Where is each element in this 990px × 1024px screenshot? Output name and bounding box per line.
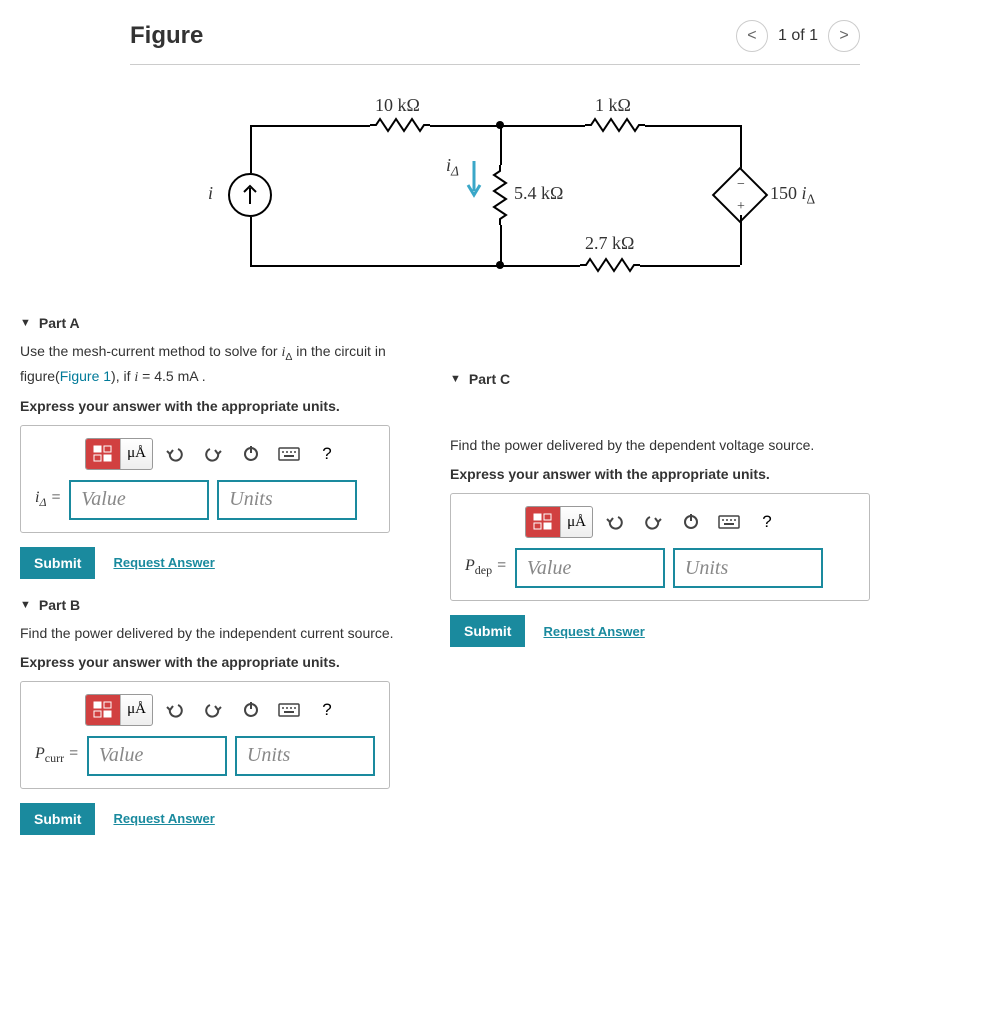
special-chars-button[interactable]: μÅ [560,507,592,537]
current-source [228,173,272,217]
resistor-1k-label: 1 kΩ [595,95,631,116]
dependent-source-label: 150 iΔ [770,183,815,208]
resistor-5-4k-label: 5.4 kΩ [514,183,563,204]
templates-button[interactable] [86,439,120,469]
figure-title: Figure [130,22,203,50]
redo-button[interactable] [637,507,669,537]
resistor-10k-label: 10 kΩ [375,95,420,116]
part-b-toggle[interactable]: ▼ [20,599,31,611]
figure-next-button[interactable]: > [828,20,860,52]
part-c: ▼ Part C Find the power delivered by the… [450,371,990,647]
part-a-submit-button[interactable]: Submit [20,547,95,579]
undo-button[interactable] [159,439,191,469]
part-c-instruction: Express your answer with the appropriate… [450,464,990,485]
part-a-units-input[interactable]: Units [217,480,357,520]
part-a-answer-box: μÅ ? iΔ = Value Units [20,425,390,533]
part-c-submit-button[interactable]: Submit [450,615,525,647]
part-a-variable: iΔ = [35,489,61,510]
reset-button[interactable] [675,507,707,537]
reset-button[interactable] [235,439,267,469]
reset-button[interactable] [235,695,267,725]
resistor-2-7k-label: 2.7 kΩ [585,233,634,254]
undo-button[interactable] [159,695,191,725]
part-b-units-input[interactable]: Units [235,736,375,776]
part-a-instruction: Express your answer with the appropriate… [20,396,460,417]
part-c-title: Part C [469,371,510,387]
answer-toolbar: μÅ ? [85,694,375,726]
redo-button[interactable] [197,439,229,469]
templates-button[interactable] [86,695,120,725]
part-b: ▼ Part B Find the power delivered by the… [20,597,460,835]
keyboard-button[interactable] [713,507,745,537]
part-c-variable: Pdep = [465,557,507,578]
figure-nav-label: 1 of 1 [778,27,818,45]
keyboard-button[interactable] [273,695,305,725]
part-b-submit-button[interactable]: Submit [20,803,95,835]
help-button[interactable]: ? [751,507,783,537]
part-b-prompt: Find the power delivered by the independ… [20,623,460,644]
part-a: ▼ Part A Use the mesh-current method to … [20,315,460,579]
figure-link[interactable]: Figure 1 [60,368,111,384]
help-button[interactable]: ? [311,695,343,725]
special-chars-button[interactable]: μÅ [120,439,152,469]
answer-toolbar: μÅ ? [85,438,375,470]
special-chars-button[interactable]: μÅ [120,695,152,725]
help-button[interactable]: ? [311,439,343,469]
templates-button[interactable] [526,507,560,537]
figure-nav: < 1 of 1 > [736,20,860,52]
figure-prev-button[interactable]: < [736,20,768,52]
part-b-request-answer-link[interactable]: Request Answer [113,811,214,826]
part-a-title: Part A [39,315,80,331]
part-b-variable: Pcurr = [35,745,79,766]
part-c-answer-box: μÅ ? Pdep = Value Units [450,493,870,601]
part-a-prompt: Use the mesh-current method to solve for… [20,341,460,388]
part-b-title: Part B [39,597,80,613]
part-b-value-input[interactable]: Value [87,736,227,776]
i-delta-label: iΔ [446,155,459,180]
part-c-request-answer-link[interactable]: Request Answer [543,624,644,639]
figure-header: Figure < 1 of 1 > [130,20,860,65]
circuit-diagram: 10 kΩ 1 kΩ i 5.4 kΩ iΔ − + 150 iΔ [210,95,860,305]
part-b-answer-box: μÅ ? Pcurr = Value Units [20,681,390,789]
part-a-value-input[interactable]: Value [69,480,209,520]
undo-button[interactable] [599,507,631,537]
part-a-toggle[interactable]: ▼ [20,317,31,329]
part-c-toggle[interactable]: ▼ [450,373,461,385]
answer-toolbar: μÅ ? [525,506,855,538]
part-c-units-input[interactable]: Units [673,548,823,588]
redo-button[interactable] [197,695,229,725]
current-source-label: i [208,183,213,204]
part-c-value-input[interactable]: Value [515,548,665,588]
part-c-prompt: Find the power delivered by the dependen… [450,435,990,456]
keyboard-button[interactable] [273,439,305,469]
figure-panel: Figure < 1 of 1 > 10 kΩ 1 kΩ i 5.4 kΩ [0,0,990,315]
part-b-instruction: Express your answer with the appropriate… [20,652,460,673]
part-a-request-answer-link[interactable]: Request Answer [113,555,214,570]
